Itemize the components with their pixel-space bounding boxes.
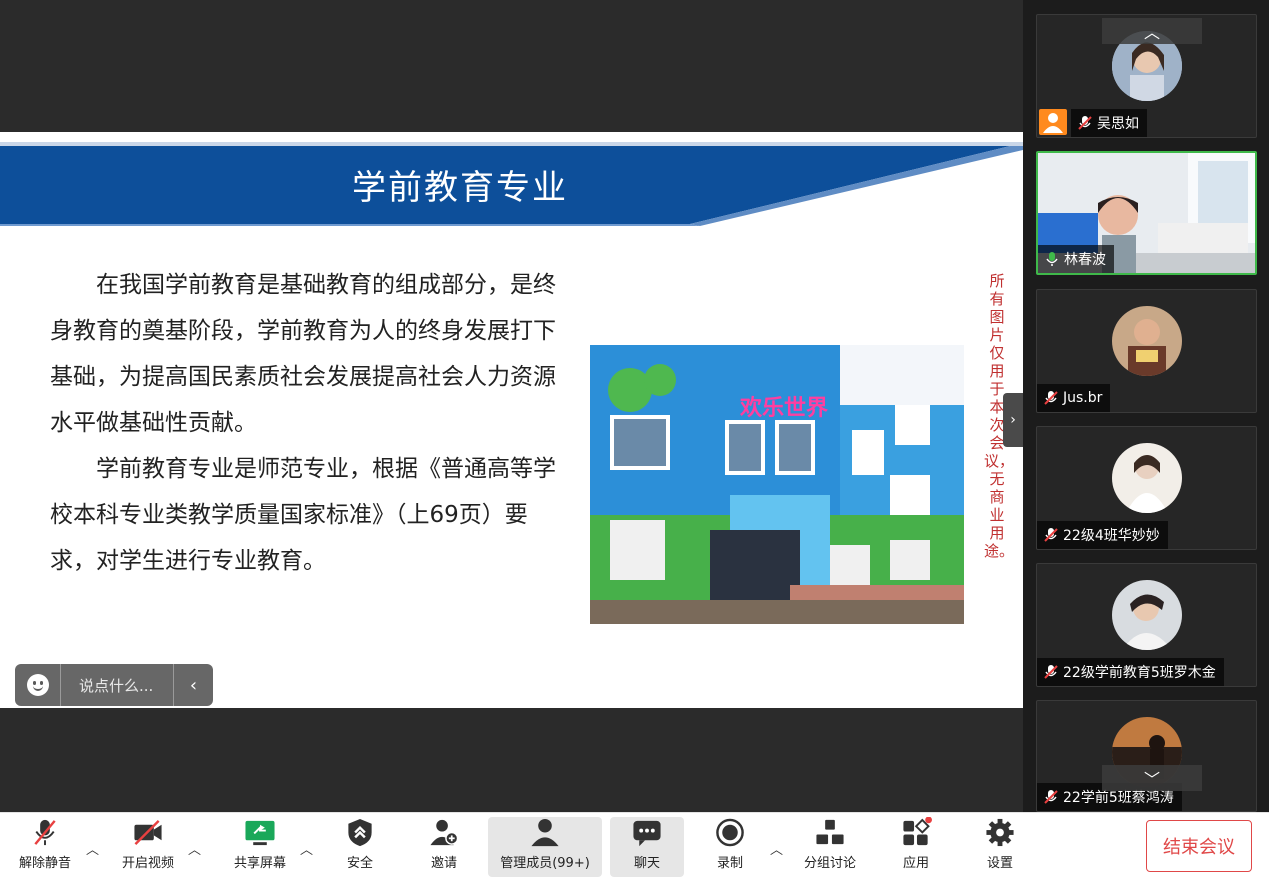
share-screen-icon	[245, 820, 275, 846]
mic-muted-icon	[1078, 116, 1092, 130]
video-options-caret[interactable]: ︿	[188, 839, 201, 858]
chat-bubble-icon	[633, 820, 661, 847]
record-button[interactable]: 录制	[700, 817, 760, 877]
chevron-right-icon: ›	[1010, 412, 1016, 428]
smiley-icon	[26, 674, 49, 696]
security-button[interactable]: 安全	[330, 817, 390, 877]
participant-name: 22级学前教育5班罗木金	[1063, 665, 1216, 681]
slide-paragraph-2: 学前教育专业是师范专业，根据《普通高等学校本科专业类教学质量国家标准》（上69页…	[50, 456, 556, 574]
participant-name: 林春波	[1064, 252, 1106, 268]
share-screen-label: 共享屏幕	[233, 856, 286, 871]
security-label: 安全	[346, 856, 373, 871]
members-icon	[531, 818, 559, 847]
record-icon	[716, 818, 744, 847]
slide-body-text: 在我国学前教育是基础教育的组成部分，是终身教育的奠基阶段，学前教育为人的终身发展…	[50, 262, 570, 584]
kindergarten-photo: 欢乐世界	[590, 345, 964, 624]
quick-chat-input[interactable]: 说点什么...	[61, 675, 173, 696]
mic-active-icon	[1046, 252, 1058, 266]
toggle-gallery-button[interactable]: ›	[1003, 393, 1023, 447]
start-video-label: 开启视频	[121, 856, 174, 871]
chevron-left-icon: ‹	[189, 674, 198, 696]
scroll-up-button[interactable]: ︿	[1102, 18, 1202, 44]
invite-button[interactable]: 邀请	[414, 817, 474, 877]
breakout-label: 分组讨论	[803, 856, 856, 871]
end-meeting-button[interactable]: 结束会议	[1146, 820, 1252, 872]
shield-icon	[348, 818, 372, 847]
presentation-slide: 学前教育专业 在我国学前教育是基础教育的组成部分，是终身教育的奠基阶段，学前教育…	[0, 132, 1023, 708]
meeting-window: 学前教育专业 在我国学前教育是基础教育的组成部分，是终身教育的奠基阶段，学前教育…	[0, 0, 1269, 880]
start-video-button[interactable]: 开启视频	[112, 817, 184, 877]
chat-label: 聊天	[633, 856, 660, 871]
avatar	[1112, 306, 1182, 376]
avatar	[1112, 580, 1182, 650]
manage-members-button[interactable]: 管理成员(99+)	[488, 817, 602, 877]
participant-name: 吴思如	[1097, 116, 1139, 132]
participant-tile-active[interactable]: 林春波	[1036, 151, 1257, 275]
participant-tile[interactable]: 22级学前教育5班罗木金	[1036, 563, 1257, 687]
chevron-down-icon: ﹀	[1143, 770, 1160, 789]
participant-name-label: 22级4班华妙妙	[1037, 521, 1168, 549]
manage-members-label: 管理成员(99+)	[500, 856, 590, 871]
mic-muted-icon	[34, 819, 56, 846]
gear-icon	[986, 818, 1014, 847]
mic-muted-icon	[1044, 391, 1058, 405]
invite-label: 邀请	[430, 856, 457, 871]
chevron-up-icon: ︿	[86, 843, 100, 858]
avatar	[1112, 443, 1182, 513]
settings-label: 设置	[986, 856, 1013, 871]
photo-sign-text: 欢乐世界	[739, 395, 828, 421]
add-user-icon	[430, 819, 459, 846]
participant-name-label: 22级学前教育5班罗木金	[1037, 658, 1224, 686]
unmute-button[interactable]: 解除静音	[10, 817, 80, 877]
meeting-toolbar: 解除静音 ︿ 开启视频 ︿ 共享屏幕 ︿ 安全 邀请 管理成员(99+) 聊天	[0, 812, 1269, 880]
chat-button[interactable]: 聊天	[610, 817, 684, 877]
participant-tile[interactable]: 22学前5班蔡鸿涛	[1036, 700, 1257, 812]
chevron-up-icon: ︿	[770, 843, 784, 858]
record-options-caret[interactable]: ︿	[770, 839, 783, 858]
slide-title: 学前教育专业	[352, 168, 568, 208]
host-badge-icon	[1039, 109, 1067, 135]
audio-options-caret[interactable]: ︿	[86, 839, 99, 858]
mic-muted-icon	[1044, 528, 1058, 542]
chevron-up-icon: ︿	[1143, 23, 1160, 42]
camera-off-icon	[134, 820, 162, 845]
apps-icon	[903, 817, 932, 846]
participant-name-label: Jus.br	[1037, 384, 1111, 412]
mic-muted-icon	[1044, 665, 1058, 679]
record-label: 录制	[716, 856, 743, 871]
emoji-button[interactable]	[15, 664, 61, 706]
apps-button[interactable]: 应用	[886, 817, 946, 877]
share-options-caret[interactable]: ︿	[300, 839, 313, 858]
breakout-rooms-button[interactable]: 分组讨论	[796, 817, 864, 877]
share-screen-button[interactable]: 共享屏幕	[224, 817, 296, 877]
collapse-chat-button[interactable]: ‹	[173, 664, 213, 706]
shared-screen-area: 学前教育专业 在我国学前教育是基础教育的组成部分，是终身教育的奠基阶段，学前教育…	[0, 0, 1023, 812]
participant-name: 22级4班华妙妙	[1063, 528, 1160, 544]
breakout-icon	[816, 819, 844, 845]
participant-name: Jus.br	[1063, 390, 1103, 406]
chevron-up-icon: ︿	[300, 843, 314, 858]
participant-tile[interactable]: Jus.br	[1036, 289, 1257, 413]
unmute-label: 解除静音	[18, 856, 71, 871]
mic-muted-icon	[1044, 790, 1058, 804]
participant-name-label: 林春波	[1038, 245, 1114, 273]
apps-label: 应用	[902, 856, 929, 871]
quick-chat-bar: 说点什么... ‹	[15, 664, 213, 706]
scroll-down-button[interactable]: ﹀	[1102, 765, 1202, 791]
participant-tile[interactable]: 22级4班华妙妙	[1036, 426, 1257, 550]
participant-name-label: 吴思如	[1071, 109, 1147, 137]
chevron-up-icon: ︿	[188, 843, 202, 858]
settings-button[interactable]: 设置	[970, 817, 1030, 877]
slide-paragraph-1: 在我国学前教育是基础教育的组成部分，是终身教育的奠基阶段，学前教育为人的终身发展…	[50, 272, 556, 436]
